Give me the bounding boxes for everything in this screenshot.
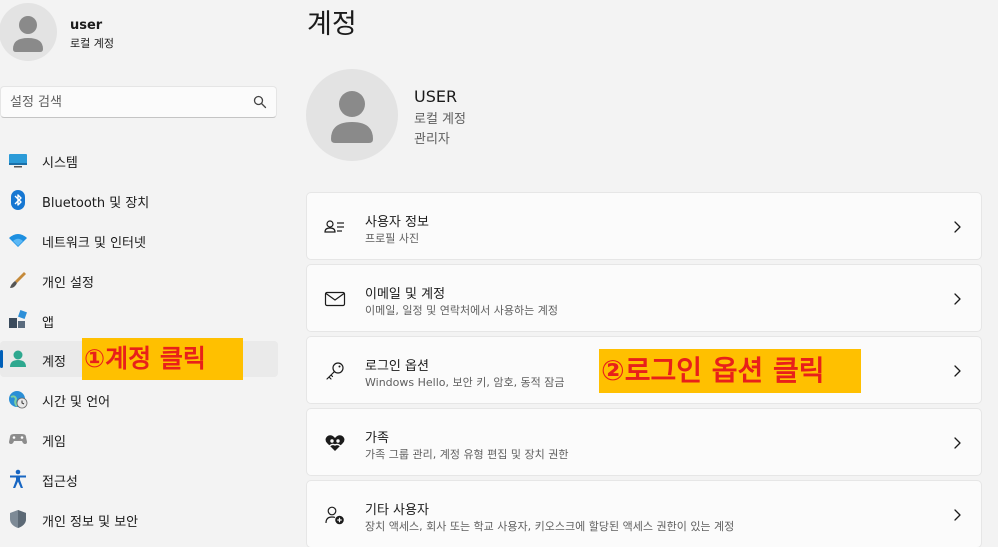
sidebar-item-label: 시스템 — [42, 156, 78, 171]
sidebar: user 로컬 계정 시스템 Bluetooth 및 장치 — [0, 0, 290, 547]
search-input[interactable] — [1, 87, 241, 117]
card-title: 기타 사용자 — [365, 503, 429, 518]
settings-window: user 로컬 계정 시스템 Bluetooth 및 장치 — [0, 0, 998, 547]
card-description: 장치 액세스, 회사 또는 학교 사용자, 키오스크에 할당된 액세스 권한이 … — [365, 520, 735, 533]
card-email-accounts[interactable]: 이메일 및 계정 이메일, 일정 및 연락처에서 사용하는 계정 — [306, 264, 982, 332]
sidebar-item-label: Bluetooth 및 장치 — [42, 196, 150, 211]
card-title: 이메일 및 계정 — [365, 287, 446, 302]
apps-icon — [9, 310, 27, 328]
profile-account-type: 로컬 계정 — [70, 37, 114, 50]
gamepad-icon — [9, 434, 27, 444]
page-title: 계정 — [307, 9, 357, 40]
sidebar-item-time-language[interactable]: 시간 및 언어 — [0, 381, 278, 417]
accessibility-icon — [10, 469, 26, 488]
card-description: 이메일, 일정 및 연락처에서 사용하는 계정 — [365, 304, 559, 317]
card-description: 가족 그룹 관리, 계정 유형 편집 및 장치 권한 — [365, 448, 569, 461]
user-role: 관리자 — [414, 132, 450, 147]
person-icon — [10, 350, 26, 367]
chevron-right-icon — [954, 365, 961, 377]
user-avatar[interactable] — [306, 69, 398, 161]
selection-indicator — [0, 350, 3, 368]
sidebar-item-accessibility[interactable]: 접근성 — [0, 461, 278, 497]
card-description: Windows Hello, 보안 키, 암호, 동적 잠금 — [365, 376, 565, 389]
wifi-icon — [9, 234, 27, 247]
chevron-right-icon — [954, 437, 961, 449]
sidebar-item-label: 앱 — [42, 316, 54, 331]
card-title: 사용자 정보 — [365, 215, 429, 230]
sidebar-item-personalization[interactable]: 개인 설정 — [0, 262, 278, 298]
display-icon — [9, 154, 27, 168]
user-account-type: 로컬 계정 — [414, 112, 466, 127]
chevron-right-icon — [954, 293, 961, 305]
brush-icon — [10, 272, 26, 288]
annotation-step1: ①계정 클릭 — [82, 338, 243, 380]
card-family[interactable]: 가족 가족 그룹 관리, 계정 유형 편집 및 장치 권한 — [306, 408, 982, 476]
card-your-info[interactable]: 사용자 정보 프로필 사진 — [306, 192, 982, 260]
chevron-right-icon — [954, 509, 961, 521]
sidebar-item-label: 네트워크 및 인터넷 — [42, 236, 146, 251]
sidebar-item-bluetooth[interactable]: Bluetooth 및 장치 — [0, 182, 278, 218]
profile-avatar[interactable] — [0, 3, 57, 61]
card-title: 가족 — [365, 431, 389, 446]
sidebar-item-label: 개인 설정 — [42, 276, 94, 291]
user-name: USER — [414, 87, 458, 106]
sidebar-item-label: 계정 — [42, 355, 66, 370]
sidebar-item-label: 접근성 — [42, 475, 78, 490]
sidebar-item-system[interactable]: 시스템 — [0, 142, 278, 178]
sidebar-item-apps[interactable]: 앱 — [0, 302, 278, 338]
chevron-right-icon — [954, 221, 961, 233]
family-heart-icon — [325, 435, 345, 451]
globe-clock-icon — [9, 391, 28, 409]
bluetooth-icon — [11, 190, 25, 210]
card-title: 로그인 옵션 — [365, 359, 429, 374]
shield-icon — [10, 510, 26, 528]
card-other-users[interactable]: 기타 사용자 장치 액세스, 회사 또는 학교 사용자, 키오스크에 할당된 액… — [306, 480, 982, 547]
user-info-icon — [324, 220, 344, 233]
sidebar-item-label: 개인 정보 및 보안 — [42, 515, 139, 530]
sidebar-item-label: 시간 및 언어 — [42, 395, 111, 410]
default-avatar-icon — [331, 91, 373, 143]
profile-name: user — [70, 18, 103, 33]
search-icon[interactable] — [253, 95, 267, 109]
key-icon — [326, 362, 344, 380]
sidebar-item-label: 게임 — [42, 435, 66, 450]
mail-icon — [324, 291, 346, 307]
sidebar-item-privacy[interactable]: 개인 정보 및 보안 — [0, 501, 278, 537]
card-description: 프로필 사진 — [365, 232, 420, 245]
sidebar-item-network[interactable]: 네트워크 및 인터넷 — [0, 222, 278, 258]
search-box[interactable] — [0, 86, 277, 118]
default-avatar-icon — [13, 16, 43, 52]
annotation-step2: ②로그인 옵션 클릭 — [599, 349, 861, 393]
add-user-icon — [325, 506, 344, 525]
sidebar-item-gaming[interactable]: 게임 — [0, 421, 278, 457]
